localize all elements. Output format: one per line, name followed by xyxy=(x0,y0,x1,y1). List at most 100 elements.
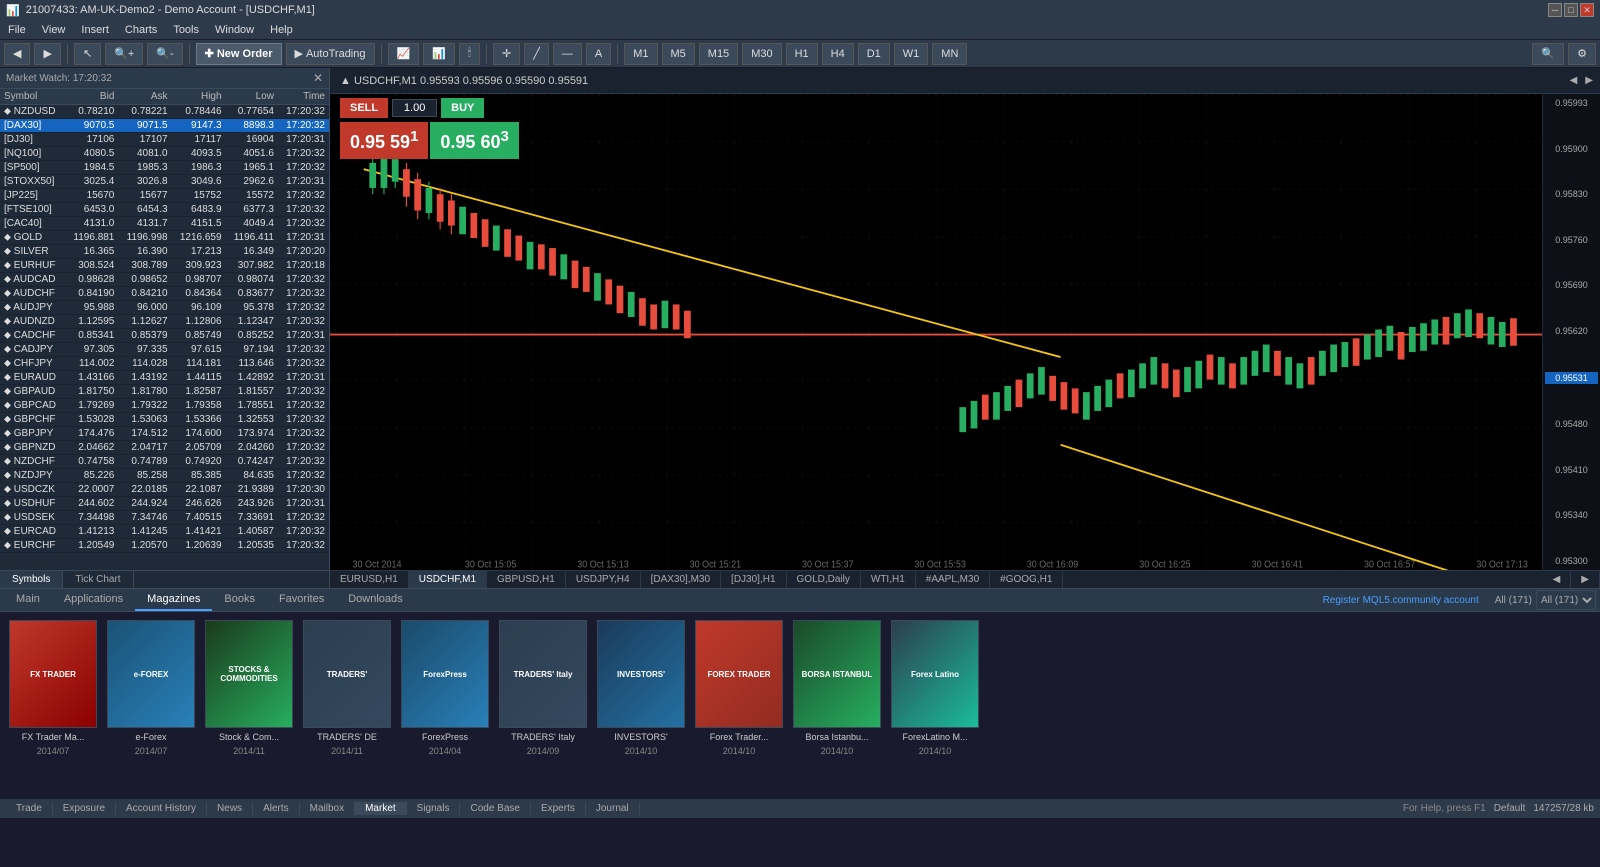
market-watch-row[interactable]: ⬥ GOLD 1196.881 1196.998 1216.659 1196.4… xyxy=(0,231,329,245)
hline-btn[interactable]: — xyxy=(553,43,582,65)
chart-scroll-left[interactable]: ◀ xyxy=(1567,74,1581,87)
close-btn[interactable]: ✕ xyxy=(1580,3,1594,17)
market-watch-row[interactable]: ⬥ USDHUF 244.602 244.924 246.626 243.926… xyxy=(0,497,329,511)
chart-nav-next[interactable]: ▶ xyxy=(1571,571,1600,588)
candle-chart-btn[interactable]: 🕯 xyxy=(459,43,480,65)
menu-tools[interactable]: Tools xyxy=(165,22,207,38)
m15-btn[interactable]: M15 xyxy=(699,43,738,65)
magazine-card[interactable]: TRADERS' TRADERS' DE 2014/11 xyxy=(302,620,392,790)
menu-view[interactable]: View xyxy=(34,22,74,38)
menu-help[interactable]: Help xyxy=(262,22,301,38)
market-watch-row[interactable]: ⬥ NZDCHF 0.74758 0.74789 0.74920 0.74247… xyxy=(0,455,329,469)
d1-btn[interactable]: D1 xyxy=(858,43,890,65)
sb-tab-account[interactable]: Account History xyxy=(116,802,207,815)
market-watch-row[interactable]: ⬥ EURAUD 1.43166 1.43192 1.44115 1.42892… xyxy=(0,371,329,385)
sb-tab-trade[interactable]: Trade xyxy=(6,802,53,815)
magazine-card[interactable]: Forex Latino ForexLatino M... 2014/10 xyxy=(890,620,980,790)
sell-button[interactable]: SELL xyxy=(340,98,388,118)
search-btn[interactable]: 🔍 xyxy=(1532,43,1564,65)
btm-tab-magazines[interactable]: Magazines xyxy=(135,589,212,611)
market-watch-row[interactable]: ⬥ EURHUF 308.524 308.789 309.923 307.982… xyxy=(0,259,329,273)
back-btn[interactable]: ◀ xyxy=(4,43,30,65)
market-watch-row[interactable]: ⬥ EURCAD 1.41213 1.41245 1.41421 1.40587… xyxy=(0,525,329,539)
btm-tab-downloads[interactable]: Downloads xyxy=(336,589,414,611)
market-watch-row[interactable]: ⬥ GBPCHF 1.53028 1.53063 1.53366 1.32553… xyxy=(0,413,329,427)
market-watch-row[interactable]: ⬥ NZDUSD 0.78210 0.78221 0.78446 0.77654… xyxy=(0,105,329,119)
market-watch-row[interactable]: ⬥ GBPJPY 174.476 174.512 174.600 173.974… xyxy=(0,427,329,441)
market-watch-row[interactable]: ⬥ USDCZK 22.0007 22.0185 22.1087 21.9389… xyxy=(0,483,329,497)
market-watch-row[interactable]: ⬥ EURCHF 1.20549 1.20570 1.20639 1.20535… xyxy=(0,539,329,553)
market-watch-row[interactable]: ⬥ SILVER 16.365 16.390 17.213 16.349 17:… xyxy=(0,245,329,259)
sb-tab-experts[interactable]: Experts xyxy=(531,802,586,815)
market-watch-row[interactable]: ⬥ CADCHF 0.85341 0.85379 0.85749 0.85252… xyxy=(0,329,329,343)
chart-scroll-right[interactable]: ▶ xyxy=(1582,74,1596,87)
market-watch-row[interactable]: ⬥ USDSEK 7.34498 7.34746 7.40515 7.33691… xyxy=(0,511,329,525)
chart-tab-dax30[interactable]: [DAX30],M30 xyxy=(641,571,721,588)
market-watch-row[interactable]: ⬥ GBPCAD 1.79269 1.79322 1.79358 1.78551… xyxy=(0,399,329,413)
titlebar-controls[interactable]: ─ □ ✕ xyxy=(1548,3,1594,17)
market-watch-close-btn[interactable]: ✕ xyxy=(313,71,323,85)
h1-btn[interactable]: H1 xyxy=(786,43,818,65)
market-watch-row[interactable]: [SP500] 1984.5 1985.3 1986.3 1965.1 17:2… xyxy=(0,161,329,175)
auto-trading-btn[interactable]: ▶ AutoTrading xyxy=(286,43,375,65)
forward-btn[interactable]: ▶ xyxy=(34,43,60,65)
mw-tab-tick[interactable]: Tick Chart xyxy=(63,571,133,588)
sb-tab-market[interactable]: Market xyxy=(355,802,407,815)
m5-btn[interactable]: M5 xyxy=(662,43,695,65)
market-watch-row[interactable]: ⬥ AUDNZD 1.12595 1.12627 1.12806 1.12347… xyxy=(0,315,329,329)
maximize-btn[interactable]: □ xyxy=(1564,3,1578,17)
qty-input[interactable] xyxy=(392,99,437,117)
market-watch-row[interactable]: ⬥ GBPNZD 2.04662 2.04717 2.05709 2.04260… xyxy=(0,441,329,455)
new-order-btn[interactable]: ✚ New Order xyxy=(196,43,282,65)
market-watch-row[interactable]: ⬥ GBPAUD 1.81750 1.81780 1.82587 1.81557… xyxy=(0,385,329,399)
cursor-btn[interactable]: ↖ xyxy=(74,43,101,65)
sb-tab-signals[interactable]: Signals xyxy=(407,802,461,815)
market-watch-row[interactable]: ⬥ CADJPY 97.305 97.335 97.615 97.194 17:… xyxy=(0,343,329,357)
m1-btn[interactable]: M1 xyxy=(624,43,657,65)
crosshair-btn[interactable]: ✛ xyxy=(493,43,520,65)
sb-tab-mailbox[interactable]: Mailbox xyxy=(300,802,355,815)
sb-tab-journal[interactable]: Journal xyxy=(586,802,640,815)
magazine-card[interactable]: STOCKS & COMMODITIES Stock & Com... 2014… xyxy=(204,620,294,790)
magazine-card[interactable]: FOREX TRADER Forex Trader... 2014/10 xyxy=(694,620,784,790)
filter-select[interactable]: All (171) xyxy=(1536,590,1596,610)
magazine-card[interactable]: TRADERS' Italy TRADERS' Italy 2014/09 xyxy=(498,620,588,790)
market-watch-row[interactable]: [FTSE100] 6453.0 6454.3 6483.9 6377.3 17… xyxy=(0,203,329,217)
text-btn[interactable]: A xyxy=(586,43,611,65)
bar-chart-btn[interactable]: 📊 xyxy=(423,43,455,65)
filter-label[interactable]: All (171) xyxy=(1491,591,1536,610)
market-watch-row[interactable]: [DJ30] 17106 17107 17117 16904 17:20:31 xyxy=(0,133,329,147)
magazine-card[interactable]: INVESTORS' INVESTORS' 2014/10 xyxy=(596,620,686,790)
chart-tab-goog[interactable]: #GOOG,H1 xyxy=(990,571,1063,588)
zoom-out-btn[interactable]: 🔍- xyxy=(147,43,182,65)
market-watch-row[interactable]: [JP225] 15670 15677 15752 15572 17:20:32 xyxy=(0,189,329,203)
settings-btn[interactable]: ⚙ xyxy=(1568,43,1596,65)
mn-btn[interactable]: MN xyxy=(932,43,967,65)
market-watch-row[interactable]: ⬥ AUDCHF 0.84190 0.84210 0.84364 0.83677… xyxy=(0,287,329,301)
chart-nav-prev[interactable]: ◀ xyxy=(1543,571,1572,588)
line-chart-btn[interactable]: 📈 xyxy=(388,43,420,65)
sb-tab-exposure[interactable]: Exposure xyxy=(53,802,116,815)
chart-container[interactable]: 30 Oct 2014 30 Oct 15:05 30 Oct 15:13 30… xyxy=(330,94,1600,570)
btm-tab-main[interactable]: Main xyxy=(4,589,52,611)
btm-tab-apps[interactable]: Applications xyxy=(52,589,135,611)
magazine-card[interactable]: ForexPress ForexPress 2014/04 xyxy=(400,620,490,790)
mw-tab-symbols[interactable]: Symbols xyxy=(0,571,63,588)
chart-tab-dj30[interactable]: [DJ30],H1 xyxy=(721,571,786,588)
register-link[interactable]: Register MQL5.community account xyxy=(1319,591,1483,610)
market-watch-row[interactable]: ⬥ AUDJPY 95.988 96.000 96.109 95.378 17:… xyxy=(0,301,329,315)
chart-tab-gold[interactable]: GOLD,Daily xyxy=(787,571,861,588)
market-watch-row[interactable]: ⬥ CHFJPY 114.002 114.028 114.181 113.646… xyxy=(0,357,329,371)
chart-tab-wti[interactable]: WTI,H1 xyxy=(861,571,916,588)
btm-tab-books[interactable]: Books xyxy=(212,589,267,611)
chart-tab-usdchf[interactable]: USDCHF,M1 xyxy=(409,571,487,588)
btm-tab-favorites[interactable]: Favorites xyxy=(267,589,336,611)
market-watch-row[interactable]: [NQ100] 4080.5 4081.0 4093.5 4051.6 17:2… xyxy=(0,147,329,161)
magazine-card[interactable]: e-FOREX e-Forex 2014/07 xyxy=(106,620,196,790)
chart-tab-usdjpy[interactable]: USDJPY,H4 xyxy=(566,571,641,588)
chart-tab-gbpusd[interactable]: GBPUSD,H1 xyxy=(487,571,566,588)
market-watch-table[interactable]: Symbol Bid Ask High Low Time ⬥ NZDUSD 0.… xyxy=(0,89,329,570)
menu-charts[interactable]: Charts xyxy=(117,22,165,38)
sell-price-block[interactable]: 0.95 591 xyxy=(340,122,428,159)
buy-button[interactable]: BUY xyxy=(441,98,484,118)
